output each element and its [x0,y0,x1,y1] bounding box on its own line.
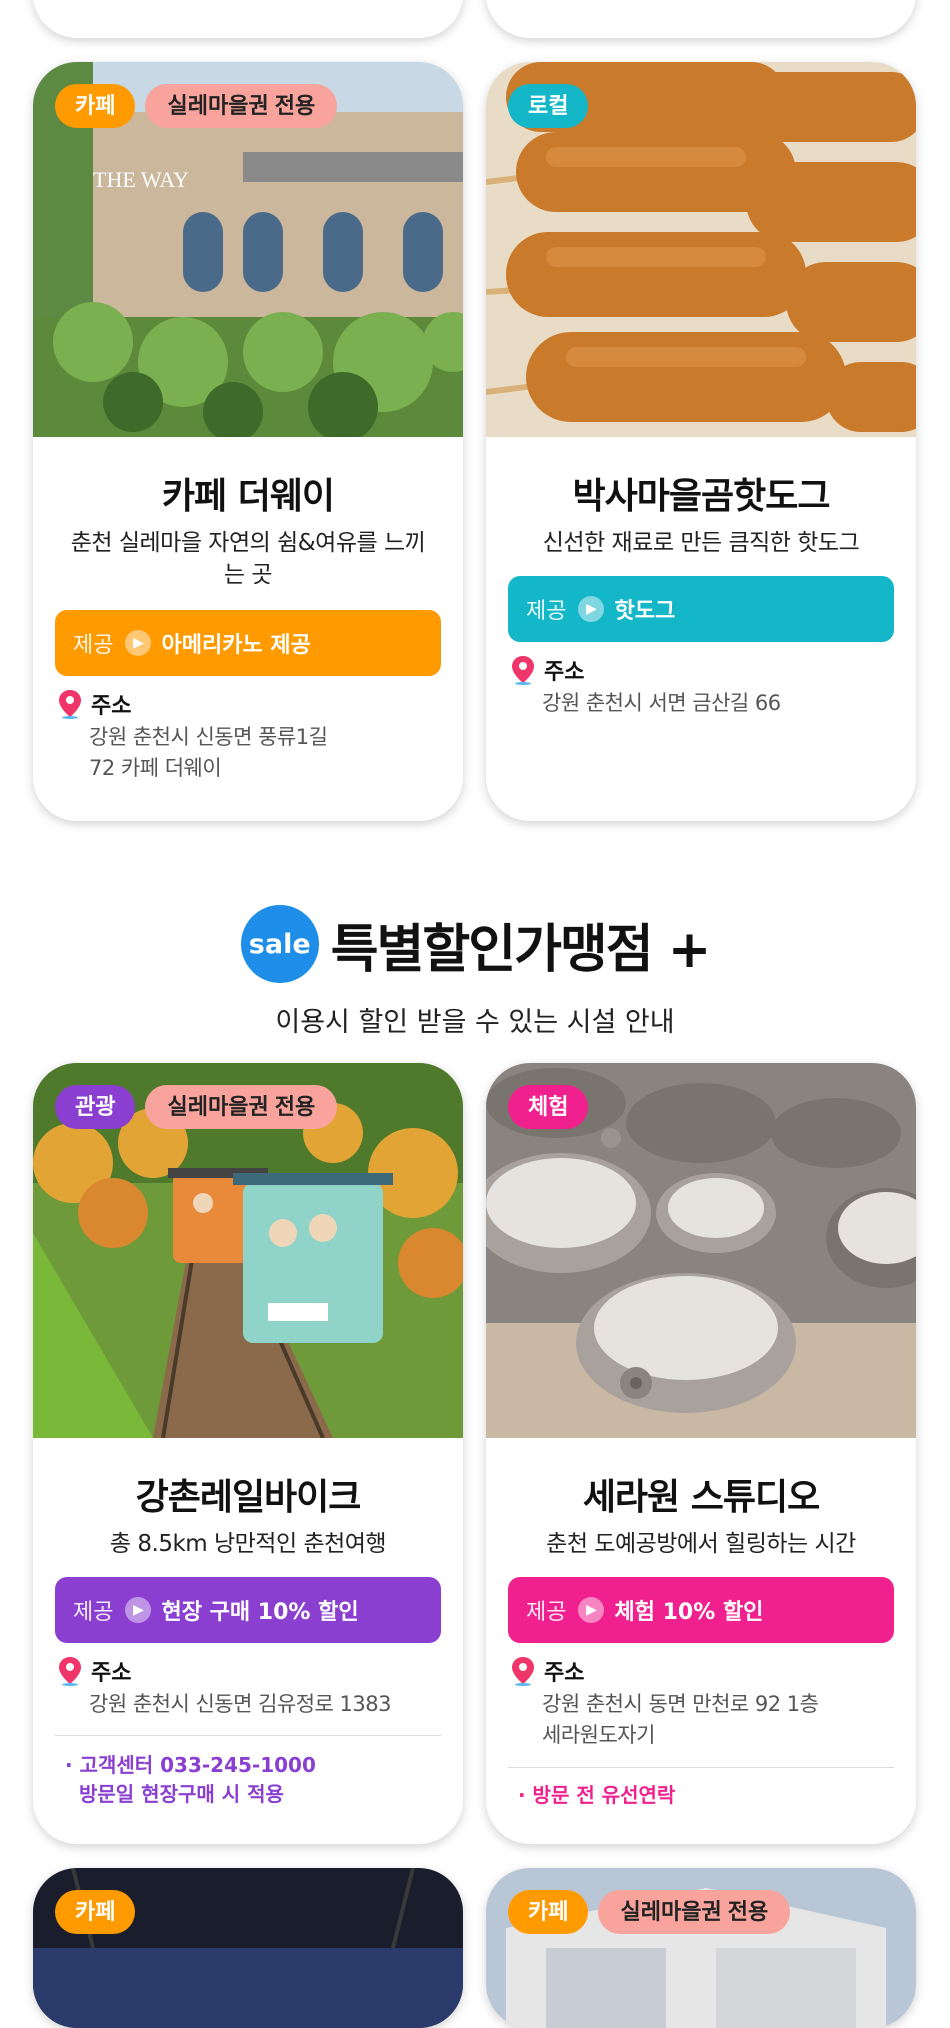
place-description: 총 8.5km 낭만적인 춘천여행 [109,1531,387,1557]
address-heading: 주소 [57,688,131,720]
category-badge: 카페 [55,1890,136,1934]
previous-card-right [486,0,916,38]
chevron-right-icon: ▶ [578,596,605,622]
offer-value: 체험 10% 할인 [614,1600,764,1625]
location-pin-icon [59,1657,81,1686]
address-label: 주소 [91,694,132,719]
place-name: 카페 더웨이 [161,476,335,517]
address-label: 주소 [544,660,585,685]
place-name: 강촌레일바이크 [135,1477,362,1518]
address-heading: 주소 [510,1655,584,1687]
place-card-corndog[interactable]: 로컬 박사마을곰핫도그 신선한 재료로 만든 큼직한 핫도그 제공 ▶ 핫도그 … [486,62,916,821]
offer-bar[interactable]: 제공 ▶ 현장 구매 10% 할인 [55,1577,441,1643]
category-badge: 카페 [55,84,136,128]
address-heading: 주소 [510,654,584,686]
badge-group: 카페 실레마을권 전용 [55,84,338,128]
place-description: 신선한 재료로 만든 큼직한 핫도그 [542,530,860,556]
place-description: 춘천 실레마을 자연의 쉼&여유를 느끼는 곳 [70,530,426,588]
section-heading: 특별할인가맹점 + [330,919,712,980]
offer-value: 현장 구매 10% 할인 [161,1600,359,1625]
address-label: 주소 [91,1661,132,1686]
customer-center-note: · 고객센터 033-245-1000 [65,1753,316,1777]
purchase-note: 방문일 현장구매 시 적용 [79,1782,284,1806]
section-title: sale 특별할인가맹점 + [0,905,950,983]
offer-label: 제공 [526,1600,567,1625]
category-badge: 체험 [508,1085,589,1129]
address-text: 강원 춘천시 신동면 김유정로 1383 [89,1692,391,1716]
place-card-serawon-studio[interactable]: 체험 세라원 스튜디오 춘천 도예공방에서 힐링하는 시간 제공 ▶ 체험 10… [486,1063,916,1844]
offer-value: 핫도그 [614,599,676,624]
divider [508,1767,894,1768]
visit-note: · 방문 전 유선연락 [518,1783,676,1807]
location-pin-icon [59,690,81,719]
badge-group: 관광 실레마을권 전용 [55,1085,338,1129]
chevron-right-icon: ▶ [578,1597,605,1623]
category-badge: 로컬 [508,84,589,128]
offer-bar[interactable]: 제공 ▶ 체험 10% 할인 [508,1577,894,1643]
address-text: 강원 춘천시 신동면 풍류1길 72 카페 더웨이 [89,725,328,780]
location-pin-icon [512,1657,534,1686]
badge-group: 체험 [508,1085,589,1129]
place-card-next-left[interactable]: 카페 [33,1868,463,2028]
place-card-rail-bike[interactable]: 관광 실레마을권 전용 강촌레일바이크 총 8.5km 낭만적인 춘천여행 제공… [33,1063,463,1844]
address-text: 강원 춘천시 서면 금산길 66 [542,691,781,715]
previous-card-left [33,0,463,38]
divider [55,1735,441,1736]
offer-label: 제공 [526,599,567,624]
chevron-right-icon: ▶ [125,630,152,656]
address-text: 강원 춘천시 동면 만천로 92 1층 세라원도자기 [542,1692,819,1747]
offer-bar[interactable]: 제공 ▶ 핫도그 [508,576,894,642]
svg-text:THE WAY: THE WAY [93,167,189,192]
section-subtitle: 이용시 할인 받을 수 있는 시설 안내 [275,1007,675,1038]
place-description: 춘천 도예공방에서 힐링하는 시간 [546,1531,856,1557]
offer-label: 제공 [73,1600,114,1625]
sale-badge: sale [240,905,319,983]
offer-bar[interactable]: 제공 ▶ 아메리카노 제공 [55,610,441,676]
category-badge: 카페 [508,1890,589,1934]
exclusive-badge: 실레마을권 전용 [145,84,338,128]
category-badge: 관광 [55,1085,136,1129]
place-card-cafe-the-way[interactable]: THE WAY 카페 실레마을권 전용 카페 더웨이 춘천 실레마을 자연의 쉼… [33,62,463,821]
chevron-right-icon: ▶ [125,1597,152,1623]
badge-group: 로컬 [508,84,589,128]
badge-group: 카페 실레마을권 전용 [508,1890,791,1934]
badge-group: 카페 [55,1890,136,1934]
exclusive-badge: 실레마을권 전용 [598,1890,791,1934]
offer-value: 아메리카노 제공 [161,633,311,658]
address-heading: 주소 [57,1655,131,1687]
exclusive-badge: 실레마을권 전용 [145,1085,338,1129]
location-pin-icon [512,656,534,685]
place-name: 세라원 스튜디오 [582,1477,820,1518]
place-card-next-right[interactable]: 카페 실레마을권 전용 [486,1868,916,2028]
offer-label: 제공 [73,633,114,658]
place-name: 박사마을곰핫도그 [572,476,831,517]
address-label: 주소 [544,1661,585,1686]
